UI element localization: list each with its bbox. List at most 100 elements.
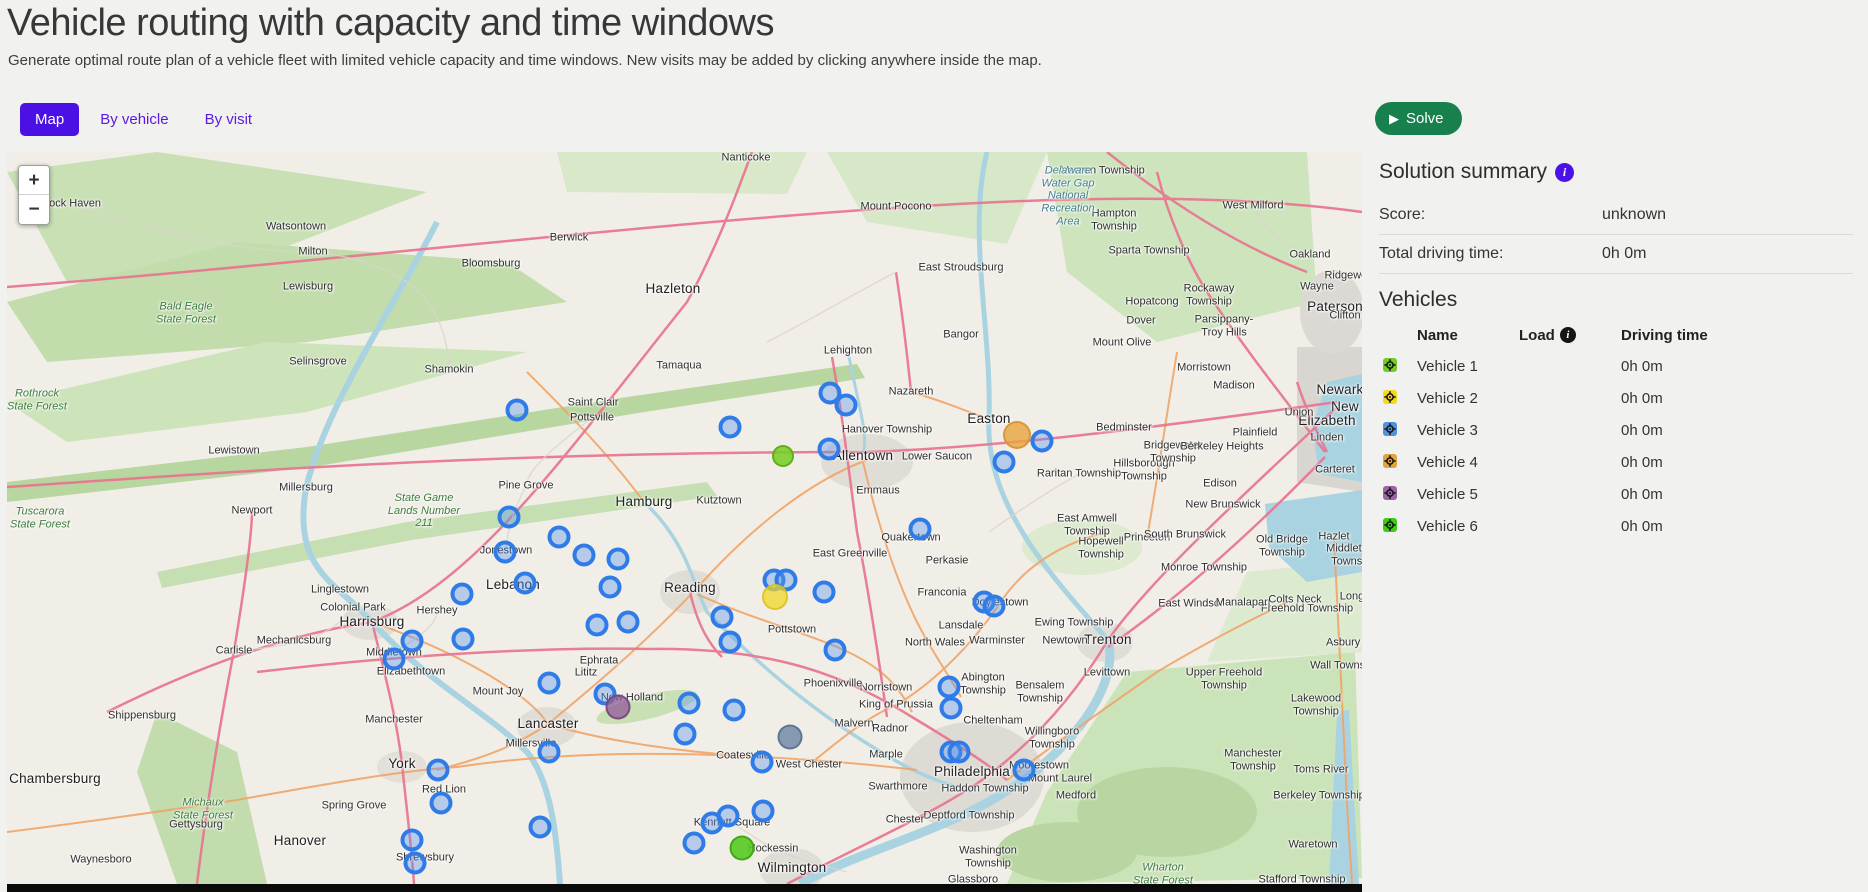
visit-marker[interactable] bbox=[723, 699, 746, 722]
summary-row-label: Score: bbox=[1379, 206, 1602, 224]
play-icon: ▶ bbox=[1389, 112, 1399, 125]
visit-marker[interactable] bbox=[599, 576, 622, 599]
page-subtitle: Generate optimal route plan of a vehicle… bbox=[8, 52, 1042, 69]
vehicle-row: Vehicle 40h 0m bbox=[1379, 446, 1861, 478]
visit-marker[interactable] bbox=[430, 792, 453, 815]
vehicle-marker-icon bbox=[1383, 486, 1397, 500]
visit-marker[interactable] bbox=[573, 544, 596, 567]
visit-marker[interactable] bbox=[674, 723, 697, 746]
solution-summary-title: Solution summary bbox=[1379, 160, 1547, 184]
visit-marker[interactable] bbox=[586, 614, 609, 637]
zoom-out-button[interactable]: − bbox=[19, 195, 49, 224]
depot-marker[interactable] bbox=[730, 836, 755, 861]
visit-marker[interactable] bbox=[607, 548, 630, 571]
visit-marker[interactable] bbox=[401, 630, 424, 653]
info-icon[interactable]: i bbox=[1555, 163, 1574, 182]
vehicle-name: Vehicle 4 bbox=[1417, 454, 1519, 471]
vehicle-row: Vehicle 3 0h 0m bbox=[1379, 414, 1861, 446]
map-bottom-bar bbox=[7, 884, 1362, 892]
visit-marker[interactable] bbox=[617, 611, 640, 634]
visit-marker[interactable] bbox=[678, 692, 701, 715]
page-title: Vehicle routing with capacity and time w… bbox=[7, 2, 774, 45]
visit-marker[interactable] bbox=[548, 526, 571, 549]
visit-marker[interactable] bbox=[538, 741, 561, 764]
vehicle-marker-icon bbox=[1383, 390, 1397, 404]
visit-marker[interactable] bbox=[538, 672, 561, 695]
driving-time-column-header: Driving time bbox=[1621, 327, 1861, 344]
vehicle-row: Vehicle 5 0h 0m bbox=[1379, 478, 1861, 510]
visit-marker[interactable] bbox=[717, 805, 740, 828]
visit-marker[interactable] bbox=[494, 541, 517, 564]
vehicle-row: Vehicle 6 0h 0m bbox=[1379, 510, 1861, 542]
load-info-icon[interactable]: i bbox=[1560, 327, 1576, 343]
vehicle-name: Vehicle 3 bbox=[1417, 422, 1519, 439]
vehicle-marker-icon bbox=[1383, 358, 1397, 372]
depot-marker[interactable] bbox=[762, 584, 788, 610]
visit-marker[interactable] bbox=[711, 606, 734, 629]
summary-row-label: Total driving time: bbox=[1379, 245, 1602, 263]
visit-marker[interactable] bbox=[835, 394, 858, 417]
visit-marker[interactable] bbox=[1031, 430, 1054, 453]
visit-marker[interactable] bbox=[451, 583, 474, 606]
visit-marker[interactable] bbox=[1013, 759, 1036, 782]
visit-marker[interactable] bbox=[506, 399, 529, 422]
tab-map[interactable]: Map bbox=[20, 103, 79, 136]
visit-marker[interactable] bbox=[813, 581, 836, 604]
vehicle-driving-time: 0h 0m bbox=[1621, 358, 1861, 375]
visit-marker[interactable] bbox=[948, 741, 971, 764]
side-panel: ▶ Solve Solution summary i Score:unknown… bbox=[1362, 0, 1868, 892]
vehicle-driving-time: 0h 0m bbox=[1621, 422, 1861, 439]
load-column-header: Load i bbox=[1519, 327, 1621, 344]
vehicle-row: Vehicle 1 0h 0m bbox=[1379, 350, 1861, 382]
summary-row-value: 0h 0m bbox=[1602, 245, 1646, 263]
visit-marker[interactable] bbox=[993, 451, 1016, 474]
depot-marker[interactable] bbox=[1003, 421, 1031, 449]
map-markers-layer bbox=[7, 152, 1362, 892]
solve-button[interactable]: ▶ Solve bbox=[1375, 102, 1462, 135]
tab-by-visit[interactable]: By visit bbox=[190, 103, 268, 136]
vehicles-table-header: Name Load i Driving time bbox=[1379, 320, 1861, 350]
vehicle-name: Vehicle 6 bbox=[1417, 518, 1519, 535]
vehicle-row: Vehicle 20h 0m bbox=[1379, 382, 1861, 414]
vehicle-driving-time: 0h 0m bbox=[1621, 486, 1861, 503]
map[interactable]: HazletonAllentownReadingLancasterHarrisb… bbox=[7, 152, 1362, 892]
visit-marker[interactable] bbox=[938, 676, 961, 699]
visit-marker[interactable] bbox=[909, 518, 932, 541]
visit-marker[interactable] bbox=[427, 759, 450, 782]
vehicle-name: Vehicle 2 bbox=[1417, 390, 1519, 407]
visit-marker[interactable] bbox=[498, 506, 521, 529]
vehicle-rows: Vehicle 10h 0mVehicle 20h 0mVehicle 30h … bbox=[1379, 350, 1861, 542]
vehicle-name: Vehicle 5 bbox=[1417, 486, 1519, 503]
vehicle-driving-time: 0h 0m bbox=[1621, 518, 1861, 535]
visit-marker[interactable] bbox=[751, 751, 774, 774]
depot-marker[interactable] bbox=[778, 725, 803, 750]
visit-marker[interactable] bbox=[404, 852, 427, 875]
depot-marker[interactable] bbox=[772, 445, 794, 467]
visit-marker[interactable] bbox=[514, 572, 537, 595]
visit-marker[interactable] bbox=[824, 639, 847, 662]
depot-marker[interactable] bbox=[606, 695, 631, 720]
visit-marker[interactable] bbox=[719, 631, 742, 654]
solution-summary-table: Score:unknownTotal driving time:0h 0m bbox=[1379, 196, 1853, 274]
visit-marker[interactable] bbox=[983, 595, 1006, 618]
visit-marker[interactable] bbox=[752, 800, 775, 823]
visit-marker[interactable] bbox=[452, 628, 475, 651]
visit-marker[interactable] bbox=[940, 697, 963, 720]
visit-marker[interactable] bbox=[818, 438, 841, 461]
solve-button-label: Solve bbox=[1406, 110, 1444, 127]
vehicle-marker-icon bbox=[1383, 422, 1397, 436]
name-column-header: Name bbox=[1417, 327, 1519, 344]
visit-marker[interactable] bbox=[529, 816, 552, 839]
vehicle-marker-icon bbox=[1383, 454, 1397, 468]
visit-marker[interactable] bbox=[383, 648, 406, 671]
vehicles-heading: Vehicles bbox=[1379, 288, 1457, 312]
summary-row: Total driving time:0h 0m bbox=[1379, 235, 1853, 274]
map-zoom-control: + − bbox=[18, 165, 50, 225]
vehicle-routing-app: Vehicle routing with capacity and time w… bbox=[0, 0, 1868, 892]
visit-marker[interactable] bbox=[719, 416, 742, 439]
vehicle-name: Vehicle 1 bbox=[1417, 358, 1519, 375]
visit-marker[interactable] bbox=[683, 832, 706, 855]
zoom-in-button[interactable]: + bbox=[19, 166, 49, 195]
tab-by-vehicle[interactable]: By vehicle bbox=[85, 103, 183, 136]
visit-marker[interactable] bbox=[401, 829, 424, 852]
